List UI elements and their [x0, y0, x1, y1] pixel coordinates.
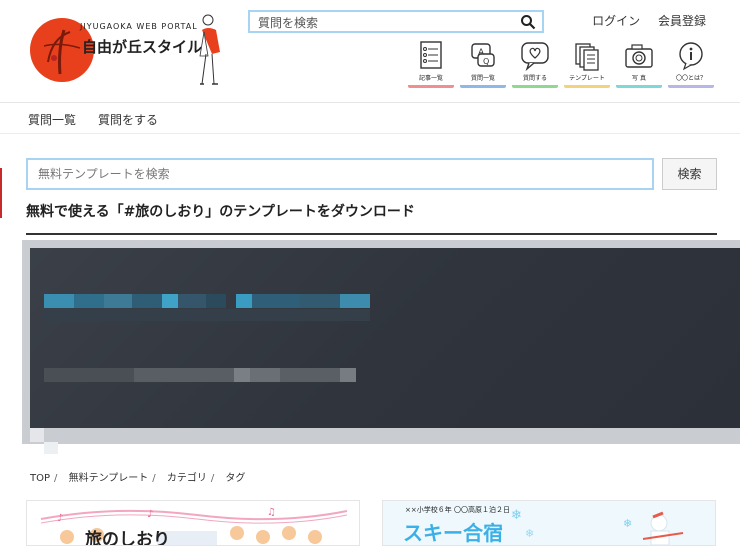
breadcrumb-category[interactable]: カテゴリ — [167, 473, 207, 484]
breadcrumb-tag[interactable]: タグ — [225, 473, 245, 484]
blurred-subtext-block — [280, 368, 340, 382]
svg-text:❄: ❄ — [525, 527, 534, 540]
blurred-text-block — [44, 309, 370, 321]
logo-title: 自由が丘スタイル — [82, 38, 203, 56]
site-logo[interactable]: JIYUGAOKA WEB PORTAL 自由が丘スタイル — [28, 12, 228, 92]
question-list-icon: A Q — [471, 43, 495, 67]
breadcrumb-separator: / — [152, 473, 156, 484]
svg-text:♪: ♪ — [57, 513, 63, 524]
nav-about[interactable]: 〇〇とは？ — [668, 40, 714, 88]
blurred-text-block — [178, 294, 206, 308]
svg-text:♫: ♫ — [267, 507, 276, 518]
blurred-text-block — [44, 294, 74, 308]
camera-icon — [625, 44, 653, 68]
question-search-box[interactable] — [248, 10, 544, 33]
logo-subtitle: JIYUGAOKA WEB PORTAL — [80, 22, 198, 31]
template-search-box[interactable] — [26, 158, 654, 190]
blurred-edge-block — [30, 428, 44, 442]
nav-label: テンプレート — [564, 73, 610, 88]
left-edge-accent — [0, 168, 2, 218]
snowflake-decoration: ❄ ❄ ❄ — [511, 508, 684, 545]
breadcrumb-free-templates[interactable]: 無料テンプレート — [69, 473, 149, 484]
breadcrumb-separator: / — [210, 473, 215, 484]
nav-label: 〇〇とは？ — [668, 73, 714, 88]
blurred-text-block — [206, 294, 226, 308]
info-icon — [679, 42, 703, 71]
travel-guide-thumbnail: ♪ ♪ ♫ — [40, 507, 348, 545]
article-list-icon — [420, 41, 442, 69]
svg-text:❄: ❄ — [623, 517, 632, 530]
template-search-button[interactable]: 検索 — [662, 158, 717, 190]
breadcrumb-separator: / — [54, 473, 58, 484]
account-links: ログイン 会員登録 — [578, 12, 706, 29]
nav-label: 質問する — [512, 73, 558, 88]
blurred-text-block — [162, 294, 178, 308]
hero-banner-blurred — [30, 248, 740, 428]
blurred-text-block — [340, 294, 370, 308]
blurred-subtext-block — [134, 368, 234, 382]
register-link[interactable]: 会員登録 — [658, 14, 706, 28]
blurred-text-block — [300, 294, 340, 308]
template-search-input[interactable] — [28, 160, 652, 188]
logo-figure-illustration — [192, 12, 228, 88]
card-subheader: ××小学校６年 〇〇高原１泊２日 — [405, 506, 510, 514]
blurred-text-block — [74, 294, 104, 308]
svg-text:❄: ❄ — [511, 508, 522, 523]
icon-navigation: 記事一覧 A Q 質問一覧 質問する テンプレート 写 真 〇〇とは？ — [408, 40, 718, 90]
nav-photo[interactable]: 写 真 — [616, 40, 662, 88]
nav-ask-question[interactable]: 質問する — [512, 40, 558, 88]
blurred-subtext-block — [234, 368, 250, 382]
blurred-text-block — [236, 294, 252, 308]
template-card-ski-camp[interactable]: ××小学校６年 〇〇高原１泊２日 スキー合宿 ❄ ❄ ❄ — [382, 500, 716, 546]
sub-navigation: 質問一覧 質問をする — [0, 104, 740, 134]
blurred-text-block — [132, 294, 162, 308]
nav-label: 記事一覧 — [408, 73, 454, 88]
nav-label: 質問一覧 — [460, 73, 506, 88]
login-link[interactable]: ログイン — [592, 14, 640, 28]
svg-text:Q: Q — [483, 57, 489, 66]
nav-article-list[interactable]: 記事一覧 — [408, 40, 454, 88]
blurred-subtext-block — [44, 368, 134, 382]
card-title: スキー合宿 — [403, 521, 503, 545]
page-heading: 無料で使える「#旅のしおり」のテンプレートをダウンロード — [26, 201, 717, 235]
nav-label: 写 真 — [616, 73, 662, 88]
blurred-subtext-block — [340, 368, 356, 382]
svg-text:♪: ♪ — [147, 509, 153, 520]
page: JIYUGAOKA WEB PORTAL 自由が丘スタイル ログイン — [0, 0, 740, 546]
blurred-subtext-block — [250, 368, 280, 382]
blurred-text-block — [252, 294, 300, 308]
ask-question-icon — [521, 42, 549, 72]
subnav-ask-question[interactable]: 質問をする — [98, 111, 158, 128]
blurred-edge-block — [44, 442, 58, 454]
template-card-travel-guide[interactable]: ♪ ♪ ♫ 旅のしおり — [26, 500, 360, 546]
subnav-question-list[interactable]: 質問一覧 — [28, 111, 76, 128]
site-header: JIYUGAOKA WEB PORTAL 自由が丘スタイル ログイン — [0, 0, 740, 103]
nav-template[interactable]: テンプレート — [564, 40, 610, 88]
question-search-input[interactable] — [250, 13, 542, 33]
breadcrumb-top[interactable]: TOP — [30, 473, 50, 484]
breadcrumb: TOP / 無料テンプレート / カテゴリ / タグ — [30, 469, 249, 484]
nav-question-list[interactable]: A Q 質問一覧 — [460, 40, 506, 88]
search-icon[interactable] — [520, 14, 536, 30]
template-icon — [575, 43, 599, 71]
card-title: 旅のしおり — [85, 530, 170, 546]
blurred-text-block — [104, 294, 132, 308]
